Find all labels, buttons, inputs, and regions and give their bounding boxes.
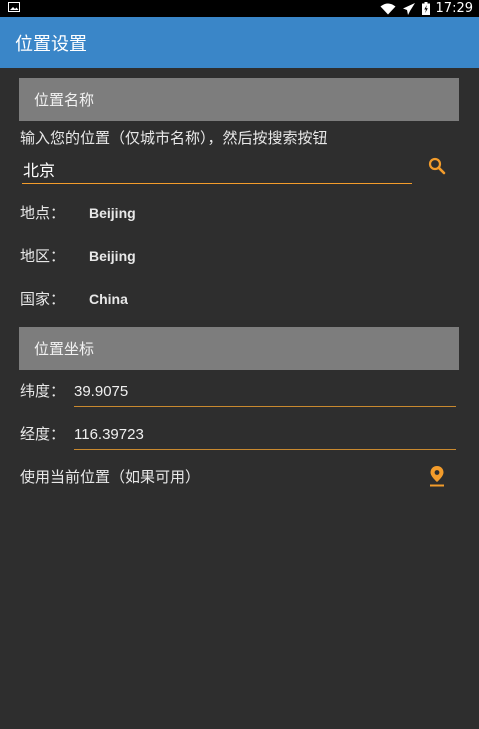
image-icon [8,1,20,16]
section-header-coordinates: 位置坐标 [19,327,459,370]
region-value: Beijing [89,247,136,264]
region-label: 地区： [20,247,66,265]
status-time: 17:29 [435,1,473,16]
use-current-location-label: 使用当前位置（如果可用） [20,468,201,486]
latitude-label: 纬度： [20,382,66,400]
place-value: Beijing [89,204,136,221]
search-instruction: 输入您的位置（仅城市名称），然后按搜索按钮 [20,129,328,147]
place-row: 地点： Beijing [20,202,136,223]
latitude-input[interactable] [74,377,456,407]
page-title: 位置设置 [15,33,87,55]
search-icon [428,157,446,179]
current-location-button[interactable] [427,466,447,490]
country-value: China [89,290,128,307]
longitude-row: 经度： [20,420,456,450]
latitude-row: 纬度： [20,377,456,407]
region-row: 地区： Beijing [20,245,136,266]
app-bar: 位置设置 [0,17,479,68]
battery-icon [421,2,430,15]
section-header-location-name: 位置名称 [19,78,459,121]
search-input[interactable] [22,154,412,184]
section-header-label: 位置坐标 [34,340,95,358]
country-row: 国家： China [20,288,128,309]
wifi-icon [380,3,396,15]
place-label: 地点： [20,204,66,222]
country-label: 国家： [20,290,66,308]
status-bar: 17:29 [0,0,479,17]
airplane-icon [402,2,416,16]
location-pin-icon [429,465,445,491]
section-header-label: 位置名称 [34,91,95,109]
longitude-label: 经度： [20,425,66,443]
search-button[interactable] [426,157,448,179]
longitude-input[interactable] [74,420,456,450]
